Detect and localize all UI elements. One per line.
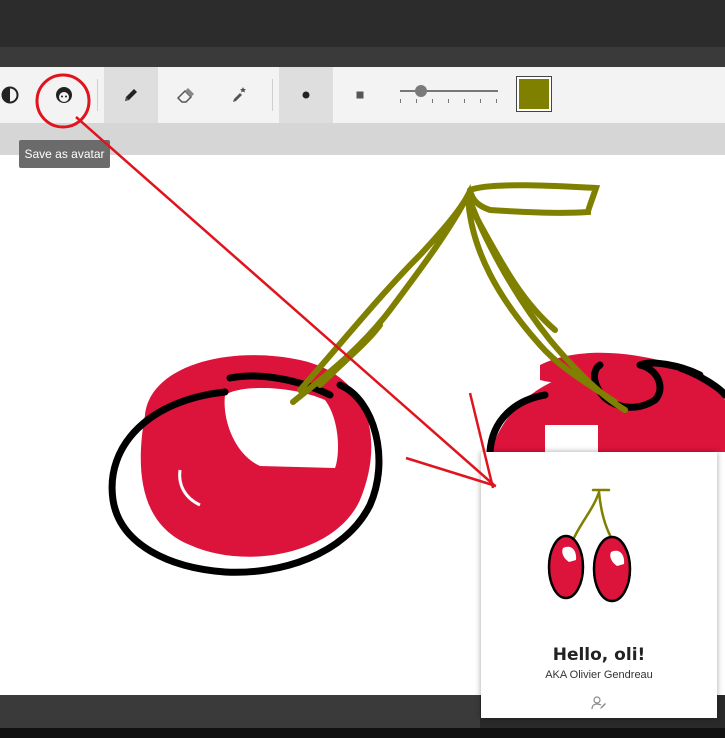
theme-toggle-button[interactable]: [0, 67, 37, 123]
magic-tool-button[interactable]: [212, 67, 266, 123]
avatar-face-icon: [53, 84, 75, 106]
square-brush-button[interactable]: [333, 67, 387, 123]
avatar-greeting: Hello, oli!: [552, 645, 646, 665]
window-bottom-bar: [0, 695, 480, 728]
drawing-toolbar: [0, 67, 725, 123]
save-as-avatar-button[interactable]: [37, 67, 91, 123]
pencil-icon: [121, 85, 141, 105]
brush-size-slider[interactable]: [398, 67, 500, 123]
window-header-strip: [0, 47, 725, 67]
eraser-tool-button[interactable]: [158, 67, 212, 123]
toolbar-divider: [272, 79, 273, 111]
cherry-stems: [290, 182, 628, 413]
square-dot-icon: [355, 90, 365, 100]
contrast-icon: [0, 85, 20, 105]
taskbar-strip: [0, 728, 725, 738]
window-top-bar: [0, 0, 725, 47]
eraser-icon: [175, 85, 195, 105]
avatar-profile-card: Hello, oli! AKA Olivier Gendreau: [481, 452, 717, 718]
circle-dot-icon: [301, 90, 311, 100]
save-avatar-tooltip: Save as avatar: [19, 140, 110, 168]
magic-wand-icon: [229, 85, 249, 105]
color-picker-swatch[interactable]: [516, 76, 552, 112]
selected-color-fill: [519, 79, 549, 109]
pencil-tool-button[interactable]: [104, 67, 158, 123]
toolbar-divider: [97, 79, 98, 111]
edit-profile-icon[interactable]: [591, 696, 607, 710]
round-brush-button[interactable]: [279, 67, 333, 123]
slider-thumb[interactable]: [415, 85, 428, 97]
avatar-aka-name: AKA Olivier Gendreau: [545, 669, 653, 681]
avatar-thumbnail: [547, 488, 632, 603]
